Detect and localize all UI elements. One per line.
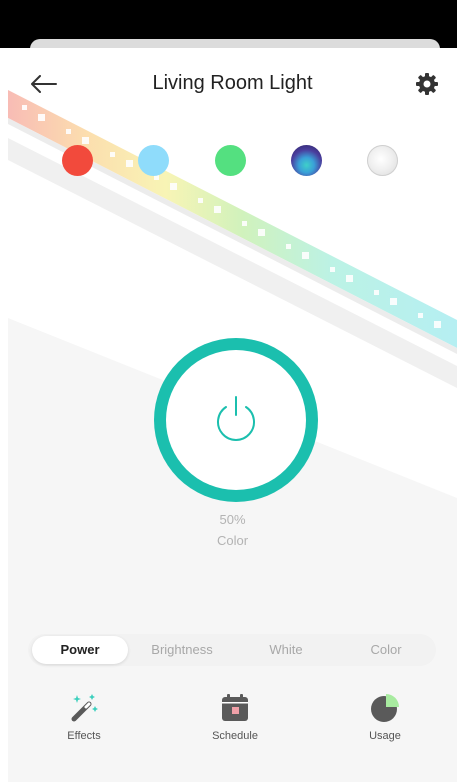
- tab-power[interactable]: Power: [32, 636, 128, 664]
- brightness-level-text: 50%: [219, 512, 246, 527]
- light-mode-text: Color: [216, 533, 249, 548]
- control-tabs: Power Brightness White Color: [28, 634, 436, 666]
- magic-wand-icon: [71, 694, 98, 722]
- page-title: Living Room Light: [152, 72, 313, 94]
- swatch-white[interactable]: [367, 145, 398, 176]
- effects-label: Effects: [67, 730, 101, 742]
- power-button-face: [166, 350, 306, 490]
- swatch-red[interactable]: [62, 145, 93, 176]
- swatch-green[interactable]: [215, 145, 246, 176]
- schedule-button[interactable]: Schedule: [190, 692, 280, 746]
- tab-white[interactable]: White: [238, 636, 334, 664]
- light-control-sheet: Living Room Light 50% Color Power Bright…: [8, 48, 457, 782]
- usage-button[interactable]: Usage: [340, 692, 430, 746]
- device-screen: Living Room Light 50% Color Power Bright…: [0, 0, 457, 782]
- tab-color[interactable]: Color: [338, 636, 434, 664]
- power-icon: [217, 396, 255, 441]
- power-toggle-button[interactable]: [154, 338, 318, 502]
- gear-icon: [416, 73, 438, 95]
- header-bar: Living Room Light: [8, 62, 457, 106]
- tab-brightness[interactable]: Brightness: [132, 636, 232, 664]
- swatch-aurora[interactable]: [291, 145, 322, 176]
- effects-button[interactable]: Effects: [39, 692, 129, 746]
- calendar-icon: [222, 694, 248, 721]
- settings-button[interactable]: [411, 68, 443, 100]
- swatch-light-blue[interactable]: [138, 145, 169, 176]
- schedule-label: Schedule: [212, 730, 258, 742]
- usage-label: Usage: [369, 730, 401, 742]
- pie-chart-icon: [371, 694, 399, 722]
